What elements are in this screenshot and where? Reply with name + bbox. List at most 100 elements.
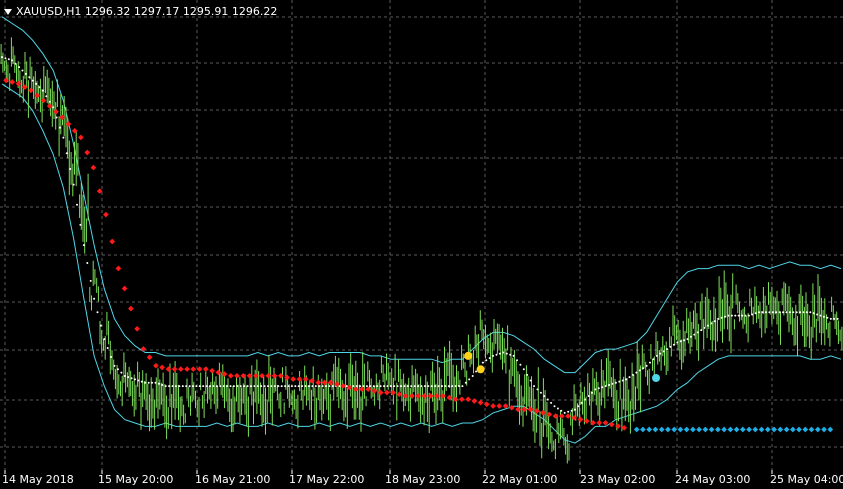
midline-dot — [672, 343, 675, 346]
dropdown-triangle-icon[interactable] — [4, 9, 12, 15]
sar-down-marker — [615, 423, 621, 429]
sar-down-marker — [159, 364, 165, 371]
sar-down-marker — [415, 393, 421, 399]
midline-dot — [41, 89, 44, 92]
chart-area[interactable]: 14 May 2018 15 May 20:00 16 May 21:00 17 Ma… — [0, 0, 843, 486]
midline-dot — [727, 314, 730, 317]
midline-dot — [304, 385, 307, 388]
sar-up-marker — [696, 426, 702, 433]
midline-dot — [31, 79, 34, 82]
midline-dot — [584, 398, 587, 401]
midline-dot — [270, 385, 273, 388]
sar-up-marker — [752, 426, 759, 433]
signal-dot-cyan — [652, 374, 660, 382]
sar-down-marker — [458, 396, 465, 403]
midline-dot — [502, 351, 505, 354]
signal-dot — [476, 365, 485, 374]
midline-dot — [410, 385, 413, 388]
midline-dot — [792, 311, 795, 314]
midline-dot — [505, 352, 508, 355]
midline-dot — [601, 386, 604, 389]
sar-down-marker — [90, 164, 97, 171]
sar-down-marker — [477, 399, 484, 406]
midline-dot — [471, 375, 474, 377]
midline-dot — [21, 69, 24, 72]
price-chart[interactable]: 14 May 2018 15 May 20:00 16 May 21:00 17 Ma… — [0, 0, 843, 486]
midline-dot — [62, 136, 65, 139]
midline-dot — [352, 385, 355, 388]
sar-up-marker — [633, 426, 640, 433]
midline-dot — [516, 359, 518, 362]
midline-dot — [485, 359, 488, 362]
midline-dot — [809, 311, 812, 314]
sar-down-marker — [196, 366, 203, 372]
signal-dot — [464, 351, 473, 360]
sar-down-marker — [396, 391, 403, 398]
sar-down-marker — [434, 393, 440, 399]
midline-dot — [420, 385, 423, 388]
midline-dot — [379, 385, 382, 388]
midline-dot — [782, 311, 784, 314]
sar-up-marker — [758, 426, 765, 433]
midline-dot — [526, 373, 529, 376]
midline-dot — [447, 385, 450, 388]
sar-down-marker — [596, 419, 603, 426]
midline-dot — [458, 385, 460, 388]
midline-dot — [406, 385, 409, 388]
midline-dot — [35, 82, 38, 85]
midline-dot — [359, 385, 362, 388]
midline-dot — [488, 357, 491, 360]
midline-dot — [744, 314, 747, 317]
low-price: 1295.91 — [182, 5, 229, 18]
midline-dot — [96, 311, 99, 314]
sar-up-marker — [658, 426, 665, 433]
midline-dot — [539, 391, 542, 394]
midline-dot — [536, 388, 539, 391]
midline-dot — [509, 353, 512, 356]
midline-dot — [294, 385, 297, 388]
midline-dot — [481, 361, 484, 364]
sar-up-marker — [746, 426, 752, 433]
midline-dot — [137, 379, 140, 382]
midline-dot — [700, 329, 703, 332]
midline-dot — [437, 385, 440, 388]
midline-dot — [662, 350, 665, 353]
midline-dot — [256, 385, 259, 388]
midline-dot — [434, 385, 437, 388]
sar-up-marker — [814, 426, 821, 433]
sar-down-marker — [171, 366, 178, 372]
midline-dot — [737, 314, 740, 317]
midline-dot — [45, 95, 48, 98]
midline-dot — [185, 385, 188, 388]
midline-dot — [55, 116, 58, 119]
midline-dot — [151, 381, 154, 384]
midline-dot — [768, 311, 771, 314]
midline-dot — [79, 223, 82, 226]
midline-dot — [301, 385, 304, 388]
midline-dot — [219, 385, 222, 388]
midline-dot — [655, 354, 658, 357]
midline-dot — [659, 352, 662, 355]
sar-up-marker — [708, 426, 715, 433]
midline-dot — [556, 407, 559, 410]
sar-up-marker — [646, 426, 653, 433]
sar-up-marker — [715, 426, 721, 433]
midline-dot — [328, 385, 331, 388]
midline-dot — [250, 385, 252, 388]
midline-dot — [812, 312, 815, 315]
midline-dot — [771, 311, 774, 314]
sar-up-marker — [808, 426, 815, 433]
sar-down-marker — [290, 376, 297, 382]
x-tick-label: 14 May 2018 — [2, 473, 74, 485]
midline-dot — [106, 347, 109, 349]
midline-dot — [560, 409, 563, 412]
midline-dot — [567, 410, 570, 413]
midline-dot — [669, 345, 672, 348]
midline-dot — [195, 385, 198, 388]
midline-dot — [686, 338, 689, 341]
sar-up-marker — [702, 426, 709, 433]
midline-dot — [93, 297, 96, 300]
midline-dot — [1, 56, 3, 59]
midline-dot — [226, 385, 229, 388]
midline-dot — [48, 100, 51, 103]
